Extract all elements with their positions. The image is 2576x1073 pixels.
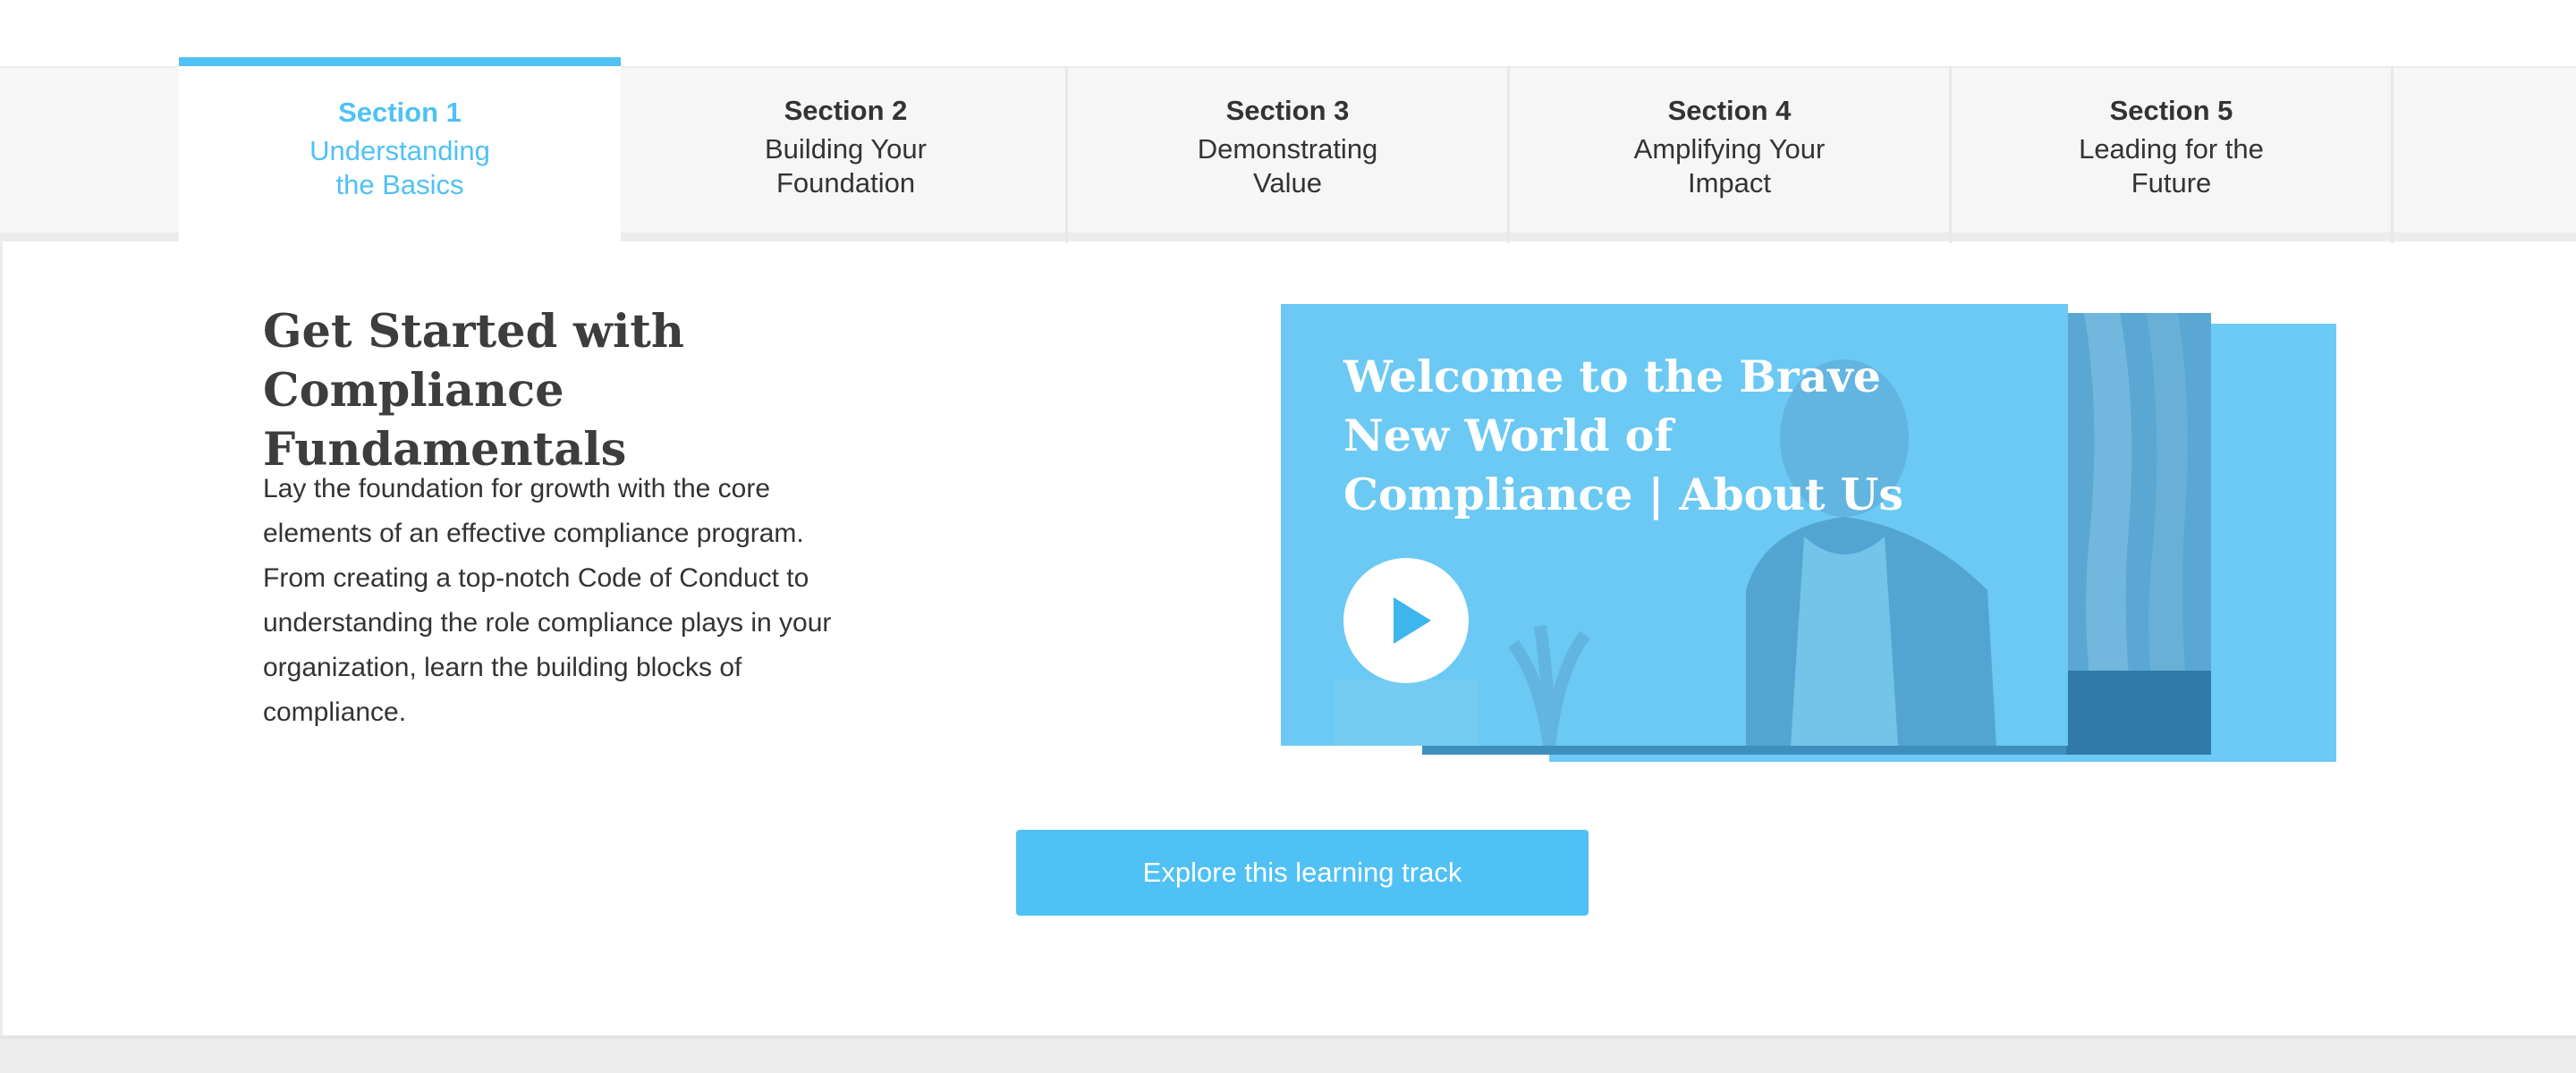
tab-subtitle-line2: Foundation <box>775 167 916 199</box>
video-card[interactable]: Welcome to the Brave New World of Compli… <box>1281 304 2068 746</box>
play-button[interactable] <box>1343 558 1469 683</box>
tab-subtitle-line2: Future <box>2131 167 2212 199</box>
tab-subtitle-line1: Understanding <box>309 135 490 166</box>
tab-title: Section 5 <box>2109 95 2233 126</box>
heading-line-2: Compliance Fundamentals <box>263 364 627 477</box>
tab-subtitle-line2: Impact <box>1687 167 1772 199</box>
tab-subtitle-line2: Value <box>1253 167 1322 199</box>
play-icon <box>1394 597 1431 644</box>
video-title-line-3: Compliance | About Us <box>1343 469 1903 520</box>
tab-title: Section 3 <box>1225 95 1350 126</box>
tab-subtitle-line1: Leading for the <box>2079 133 2264 165</box>
tab-subtitle-line1: Demonstrating <box>1197 133 1378 165</box>
tab-title: Section 1 <box>338 97 462 128</box>
tab-section-1[interactable]: Section 1 Understanding the Basics <box>179 57 621 247</box>
tab-title: Section 2 <box>784 95 908 126</box>
tab-subtitle-line1: Building Your <box>765 133 927 165</box>
video-title-line-2: New World of <box>1343 410 1674 461</box>
video-title: Welcome to the Brave New World of Compli… <box>1343 347 1916 524</box>
tab-section-2[interactable]: Section 2 Building Your Foundation <box>626 66 1068 243</box>
tab-section-4[interactable]: Section 4 Amplifying Your Impact <box>1510 66 1952 243</box>
explore-learning-track-button[interactable]: Explore this learning track <box>1016 830 1589 916</box>
tab-section-3[interactable]: Section 3 Demonstrating Value <box>1068 66 1510 243</box>
section-tabs: Section 1 Understanding the Basics Secti… <box>0 57 2576 247</box>
footer-pattern-strip <box>0 1035 2576 1073</box>
tab-section-5[interactable]: Section 5 Leading for the Future <box>1952 66 2394 243</box>
page-left-border <box>0 241 3 1035</box>
tab-title: Section 4 <box>1667 95 1792 126</box>
tab-subtitle-line2: the Basics <box>335 169 464 200</box>
heading-line-1: Get Started with <box>263 305 684 359</box>
section-description: Lay the foundation for growth with the c… <box>263 474 832 727</box>
section-heading: Get Started with Compliance Fundamentals <box>263 302 943 479</box>
tab-subtitle-line1: Amplifying Your <box>1633 133 1826 165</box>
video-title-line-1: Welcome to the Brave <box>1343 351 1881 402</box>
